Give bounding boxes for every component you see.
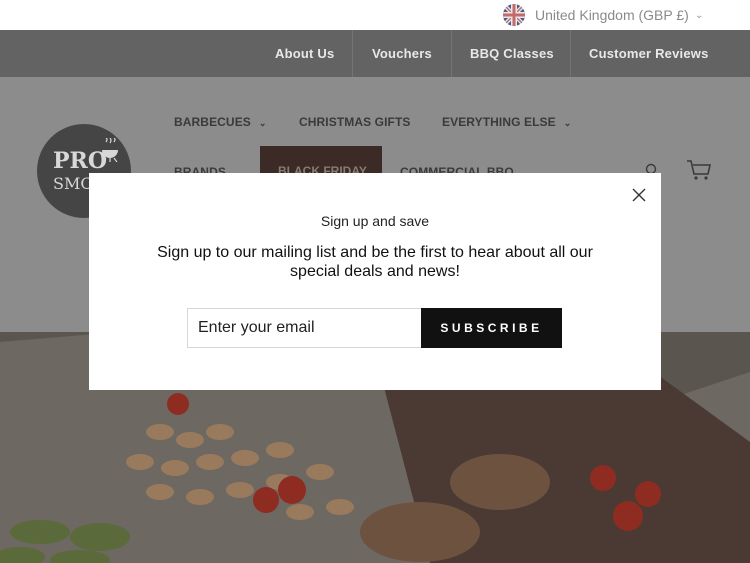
divider bbox=[570, 30, 571, 77]
chevron-down-icon: ⌄ bbox=[694, 9, 704, 21]
modal-title: Sign up to our mailing list and be the f… bbox=[157, 244, 593, 280]
uk-flag-icon bbox=[503, 4, 525, 26]
signup-modal: Sign up and save Sign up to our mailing … bbox=[89, 173, 661, 390]
nav-bbq-classes[interactable]: BBQ Classes bbox=[470, 30, 554, 77]
nav-vouchers[interactable]: Vouchers bbox=[372, 30, 432, 77]
country-label: United Kingdom (GBP £) bbox=[535, 7, 689, 23]
grill-icon bbox=[102, 138, 118, 162]
modal-subtitle: Sign up and save bbox=[320, 213, 430, 229]
nav-christmas-gifts[interactable]: CHRISTMAS GIFTS bbox=[299, 115, 411, 129]
nav-everything-else-label: EVERYTHING ELSE bbox=[442, 115, 556, 129]
cart-icon[interactable] bbox=[686, 159, 712, 181]
chevron-down-icon: ⌄ bbox=[258, 118, 267, 128]
close-icon[interactable] bbox=[631, 187, 647, 203]
nav-barbecues[interactable]: BARBECUES ⌄ bbox=[174, 115, 267, 129]
chevron-down-icon: ⌄ bbox=[563, 118, 572, 128]
divider bbox=[352, 30, 353, 77]
divider bbox=[451, 30, 452, 77]
nav-everything-else[interactable]: EVERYTHING ELSE ⌄ bbox=[442, 115, 571, 129]
nav-about-us[interactable]: About Us bbox=[275, 30, 334, 77]
top-nav: About Us Vouchers BBQ Classes Customer R… bbox=[0, 30, 750, 77]
country-bar: United Kingdom (GBP £) ⌄ bbox=[0, 0, 750, 30]
country-selector[interactable]: United Kingdom (GBP £) ⌄ bbox=[503, 4, 703, 26]
email-input[interactable] bbox=[187, 308, 421, 348]
nav-customer-reviews[interactable]: Customer Reviews bbox=[589, 30, 709, 77]
logo-text-2: SMO bbox=[53, 174, 94, 193]
subscribe-button[interactable]: SUBSCRIBE bbox=[421, 308, 562, 348]
nav-barbecues-label: BARBECUES bbox=[174, 115, 251, 129]
